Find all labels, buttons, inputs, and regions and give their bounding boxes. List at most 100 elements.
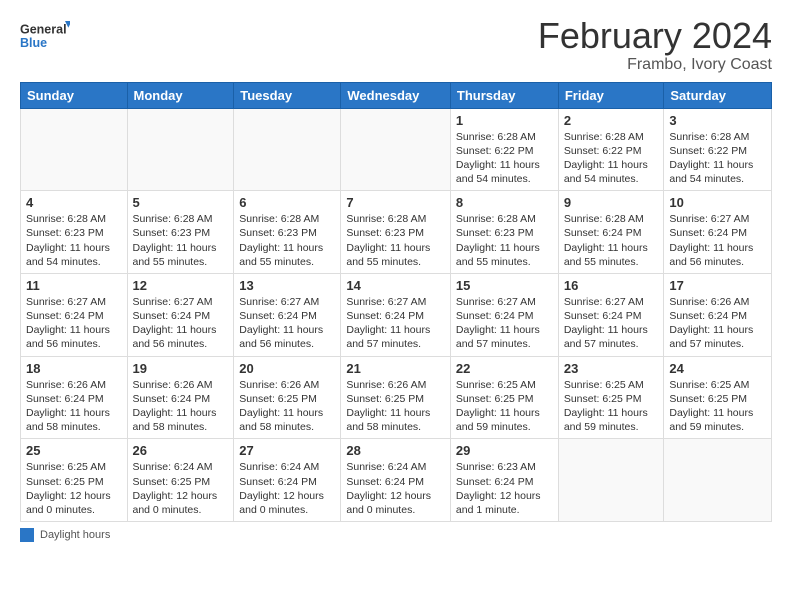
day-info: Sunrise: 6:26 AMSunset: 6:24 PMDaylight:… <box>26 378 122 435</box>
day-info: Sunrise: 6:25 AMSunset: 6:25 PMDaylight:… <box>26 460 122 517</box>
day-number: 22 <box>456 361 553 376</box>
svg-text:Blue: Blue <box>20 36 47 50</box>
calendar-cell: 7 Sunrise: 6:28 AMSunset: 6:23 PMDaylight… <box>341 191 451 274</box>
logo: General Blue <box>20 16 70 56</box>
day-number: 12 <box>133 278 229 293</box>
day-info: Sunrise: 6:24 AMSunset: 6:25 PMDaylight:… <box>133 460 229 517</box>
day-info: Sunrise: 6:26 AMSunset: 6:24 PMDaylight:… <box>133 378 229 435</box>
calendar-header: Sunday Monday Tuesday Wednesday Thursday… <box>21 82 772 108</box>
day-info: Sunrise: 6:24 AMSunset: 6:24 PMDaylight:… <box>239 460 335 517</box>
calendar-cell: 19 Sunrise: 6:26 AMSunset: 6:24 PMDayligh… <box>127 356 234 439</box>
daylight-box <box>20 528 34 542</box>
day-info: Sunrise: 6:27 AMSunset: 6:24 PMDaylight:… <box>456 295 553 352</box>
calendar-body: 1 Sunrise: 6:28 AMSunset: 6:22 PMDaylight… <box>21 108 772 521</box>
day-number: 5 <box>133 195 229 210</box>
day-info: Sunrise: 6:27 AMSunset: 6:24 PMDaylight:… <box>133 295 229 352</box>
title-area: February 2024 Frambo, Ivory Coast <box>538 16 772 74</box>
calendar-cell: 16Sunrise: 6:27 AMSunset: 6:24 PMDayligh… <box>558 273 664 356</box>
calendar-cell: 21 Sunrise: 6:26 AMSunset: 6:25 PMDayligh… <box>341 356 451 439</box>
col-sunday: Sunday <box>21 82 128 108</box>
day-number: 15 <box>456 278 553 293</box>
calendar-cell: 5 Sunrise: 6:28 AMSunset: 6:23 PMDaylight… <box>127 191 234 274</box>
day-number: 16 <box>564 278 659 293</box>
day-info: Sunrise: 6:27 AMSunset: 6:24 PMDaylight:… <box>669 212 766 269</box>
col-saturday: Saturday <box>664 82 772 108</box>
day-info: Sunrise: 6:28 AMSunset: 6:24 PMDaylight:… <box>564 212 659 269</box>
day-number: 28 <box>346 443 445 458</box>
calendar-cell: 4 Sunrise: 6:28 AMSunset: 6:23 PMDaylight… <box>21 191 128 274</box>
calendar-cell: 1Sunrise: 6:28 AMSunset: 6:22 PMDaylight… <box>450 108 558 191</box>
day-number: 1 <box>456 113 553 128</box>
calendar-cell: 18 Sunrise: 6:26 AMSunset: 6:24 PMDayligh… <box>21 356 128 439</box>
calendar-table: Sunday Monday Tuesday Wednesday Thursday… <box>20 82 772 522</box>
svg-text:General: General <box>20 23 67 37</box>
day-info: Sunrise: 6:26 AMSunset: 6:25 PMDaylight:… <box>346 378 445 435</box>
day-info: Sunrise: 6:28 AMSunset: 6:23 PMDaylight:… <box>239 212 335 269</box>
header: General Blue February 2024 Frambo, Ivory… <box>20 16 772 74</box>
day-number: 4 <box>26 195 122 210</box>
calendar-cell: 11 Sunrise: 6:27 AMSunset: 6:24 PMDayligh… <box>21 273 128 356</box>
calendar-cell <box>234 108 341 191</box>
day-info: Sunrise: 6:28 AMSunset: 6:23 PMDaylight:… <box>26 212 122 269</box>
day-info: Sunrise: 6:28 AMSunset: 6:22 PMDaylight:… <box>669 130 766 187</box>
calendar-cell <box>21 108 128 191</box>
day-info: Sunrise: 6:26 AMSunset: 6:24 PMDaylight:… <box>669 295 766 352</box>
calendar-cell: 22Sunrise: 6:25 AMSunset: 6:25 PMDayligh… <box>450 356 558 439</box>
day-info: Sunrise: 6:28 AMSunset: 6:22 PMDaylight:… <box>564 130 659 187</box>
day-number: 29 <box>456 443 553 458</box>
day-number: 20 <box>239 361 335 376</box>
calendar-cell <box>127 108 234 191</box>
day-info: Sunrise: 6:28 AMSunset: 6:23 PMDaylight:… <box>133 212 229 269</box>
day-info: Sunrise: 6:25 AMSunset: 6:25 PMDaylight:… <box>564 378 659 435</box>
daylight-label: Daylight hours <box>40 529 110 541</box>
calendar-cell <box>558 439 664 522</box>
day-info: Sunrise: 6:26 AMSunset: 6:25 PMDaylight:… <box>239 378 335 435</box>
calendar-cell: 14Sunrise: 6:27 AMSunset: 6:24 PMDayligh… <box>341 273 451 356</box>
day-info: Sunrise: 6:25 AMSunset: 6:25 PMDaylight:… <box>669 378 766 435</box>
col-tuesday: Tuesday <box>234 82 341 108</box>
calendar-cell: 8Sunrise: 6:28 AMSunset: 6:23 PMDaylight… <box>450 191 558 274</box>
day-number: 18 <box>26 361 122 376</box>
calendar-cell: 13Sunrise: 6:27 AMSunset: 6:24 PMDayligh… <box>234 273 341 356</box>
day-number: 3 <box>669 113 766 128</box>
day-info: Sunrise: 6:24 AMSunset: 6:24 PMDaylight:… <box>346 460 445 517</box>
col-thursday: Thursday <box>450 82 558 108</box>
footer: Daylight hours <box>20 528 772 542</box>
day-number: 17 <box>669 278 766 293</box>
calendar-cell <box>341 108 451 191</box>
day-number: 21 <box>346 361 445 376</box>
calendar-cell: 25 Sunrise: 6:25 AMSunset: 6:25 PMDayligh… <box>21 439 128 522</box>
calendar-cell: 12 Sunrise: 6:27 AMSunset: 6:24 PMDayligh… <box>127 273 234 356</box>
calendar-cell <box>664 439 772 522</box>
day-number: 23 <box>564 361 659 376</box>
day-number: 25 <box>26 443 122 458</box>
calendar-cell: 9 Sunrise: 6:28 AMSunset: 6:24 PMDaylight… <box>558 191 664 274</box>
calendar-week-3: 11 Sunrise: 6:27 AMSunset: 6:24 PMDayligh… <box>21 273 772 356</box>
calendar-week-2: 4 Sunrise: 6:28 AMSunset: 6:23 PMDaylight… <box>21 191 772 274</box>
page: General Blue February 2024 Frambo, Ivory… <box>0 0 792 612</box>
day-info: Sunrise: 6:27 AMSunset: 6:24 PMDaylight:… <box>26 295 122 352</box>
calendar-cell: 24Sunrise: 6:25 AMSunset: 6:25 PMDayligh… <box>664 356 772 439</box>
calendar-week-4: 18 Sunrise: 6:26 AMSunset: 6:24 PMDayligh… <box>21 356 772 439</box>
day-info: Sunrise: 6:28 AMSunset: 6:23 PMDaylight:… <box>346 212 445 269</box>
calendar-cell: 10 Sunrise: 6:27 AMSunset: 6:24 PMDayligh… <box>664 191 772 274</box>
day-number: 27 <box>239 443 335 458</box>
day-number: 9 <box>564 195 659 210</box>
day-number: 10 <box>669 195 766 210</box>
day-number: 11 <box>26 278 122 293</box>
day-number: 7 <box>346 195 445 210</box>
calendar-cell: 20 Sunrise: 6:26 AMSunset: 6:25 PMDayligh… <box>234 356 341 439</box>
calendar-week-1: 1 Sunrise: 6:28 AMSunset: 6:22 PMDaylight… <box>21 108 772 191</box>
calendar-week-5: 25 Sunrise: 6:25 AMSunset: 6:25 PMDayligh… <box>21 439 772 522</box>
calendar-cell: 17 Sunrise: 6:26 AMSunset: 6:24 PMDayligh… <box>664 273 772 356</box>
col-wednesday: Wednesday <box>341 82 451 108</box>
col-friday: Friday <box>558 82 664 108</box>
day-number: 19 <box>133 361 229 376</box>
logo-svg: General Blue <box>20 16 70 56</box>
calendar-cell: 6Sunrise: 6:28 AMSunset: 6:23 PMDaylight… <box>234 191 341 274</box>
calendar-cell: 27 Sunrise: 6:24 AMSunset: 6:24 PMDayligh… <box>234 439 341 522</box>
day-info: Sunrise: 6:27 AMSunset: 6:24 PMDaylight:… <box>239 295 335 352</box>
day-number: 14 <box>346 278 445 293</box>
calendar-cell: 2Sunrise: 6:28 AMSunset: 6:22 PMDaylight… <box>558 108 664 191</box>
page-title: February 2024 <box>538 16 772 56</box>
